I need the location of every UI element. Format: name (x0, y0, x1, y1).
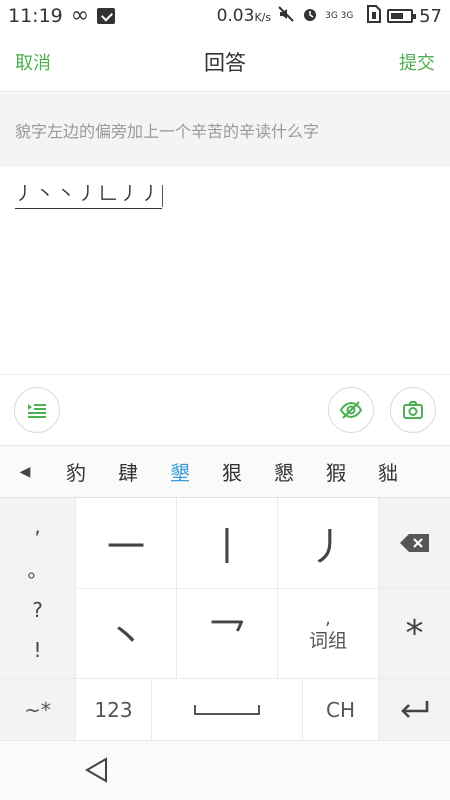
stroke-key-vertical[interactable]: 丨 (177, 498, 277, 588)
candidate-item[interactable]: 貀 (362, 457, 414, 486)
word-group-comma: , (325, 608, 331, 629)
alarm-icon (301, 5, 319, 27)
question-label: 貌字左边的偏旁加上一个辛苦的辛读什么字 (15, 122, 320, 141)
candidate-item[interactable]: 狠 (206, 457, 258, 486)
mute-icon (277, 5, 295, 27)
answer-input[interactable]: 丿丶丶丿𠃊丿丿 (0, 168, 450, 374)
enter-icon (400, 700, 428, 718)
format-list-button[interactable] (14, 387, 60, 433)
signal-icon: 3G 3G (325, 10, 354, 21)
battery-icon (387, 9, 417, 23)
status-time: 11:19 (8, 5, 63, 27)
wildcard-key[interactable]: * (379, 589, 450, 678)
punctuation-column: , 。 ? ! (0, 498, 75, 678)
backspace-icon (399, 534, 429, 552)
language-switch-key[interactable]: CH (303, 679, 378, 740)
word-group-label: 词组 (308, 630, 347, 652)
candidate-item[interactable]: 懇 (258, 457, 310, 486)
space-bar[interactable] (152, 679, 302, 740)
backspace-button[interactable] (379, 498, 450, 588)
navigation-bar (0, 740, 450, 800)
submit-button[interactable]: 提交 (399, 49, 435, 75)
infinity-icon: ∞ (70, 3, 90, 28)
numbers-key[interactable]: 123 (76, 679, 151, 740)
punct-key[interactable]: , (34, 514, 40, 538)
camera-icon (403, 401, 423, 419)
candidate-item[interactable]: 肆 (102, 457, 154, 486)
stroke-key-horizontal[interactable]: 一 (76, 498, 176, 588)
enter-key[interactable] (379, 679, 450, 740)
battery-level: 57 (419, 5, 442, 27)
sim-icon (367, 5, 382, 27)
camera-button[interactable] (390, 387, 436, 433)
candidate-item[interactable]: 猳 (310, 457, 362, 486)
list-icon (28, 404, 46, 418)
download-icon (97, 8, 116, 24)
stroke-key-dot[interactable]: 丶 (76, 589, 176, 678)
anonymous-toggle-button[interactable] (328, 387, 374, 433)
status-bar: 11:19 ∞ 0.03K/s 3G 3G 57 (0, 0, 450, 32)
space-icon (194, 704, 260, 715)
candidate-item[interactable]: 豹 (50, 457, 102, 486)
punct-key[interactable]: ! (33, 638, 41, 662)
word-group-key[interactable]: , 词组 (278, 589, 378, 678)
candidate-back-icon[interactable]: ◀ (0, 464, 50, 480)
network-speed: 0.03K/s (216, 6, 272, 26)
stroke-keyboard: , 。 ? ! 一 丨 丿 丶 乛 , 词组 * ~* 123 CH (0, 498, 450, 740)
answer-toolbar (0, 374, 450, 446)
eye-off-icon (339, 401, 363, 419)
back-icon[interactable] (82, 755, 112, 785)
cancel-button[interactable]: 取消 (15, 49, 51, 75)
text-caret (162, 184, 163, 207)
symbols-key[interactable]: ~* (0, 679, 75, 740)
candidate-item[interactable]: 墾 (154, 457, 206, 486)
stroke-key-left-falling[interactable]: 丿 (278, 498, 378, 588)
stroke-key-turning[interactable]: 乛 (177, 589, 277, 678)
punct-key[interactable]: 。 (28, 554, 48, 583)
question-text: 貌字左边的偏旁加上一个辛苦的辛读什么字 (0, 93, 450, 167)
punct-key[interactable]: ? (32, 598, 43, 622)
candidate-bar: ◀ 豹 肆 墾 狠 懇 猳 貀 (0, 446, 450, 498)
answer-composition: 丿丶丶丿𠃊丿丿 (15, 180, 162, 209)
page-title: 回答 (204, 50, 246, 75)
app-header: 回答 取消 提交 (0, 32, 450, 92)
